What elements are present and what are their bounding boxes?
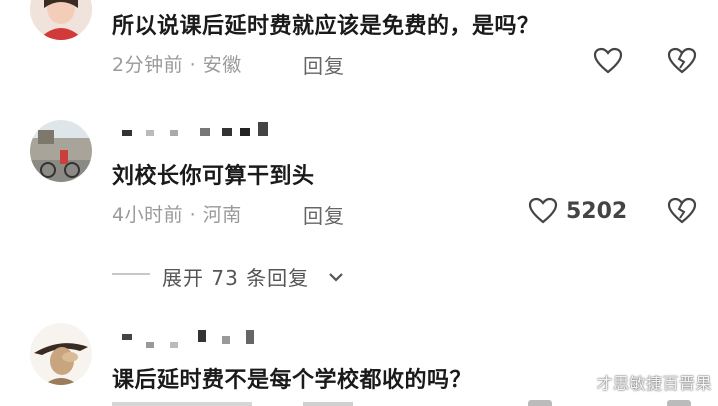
avatar[interactable] [30,120,92,182]
reply-button[interactable]: 回复 [303,50,345,79]
expand-replies-label: 展开 73 条回复 [162,266,310,290]
comment-text: 刘校长你可算干到头 [112,164,315,189]
comment-text: 所以说课后延时费就应该是免费的，是吗？ [112,14,540,39]
comment-meta: 2分钟前 · 安徽 [112,50,242,77]
expand-divider [112,273,150,275]
avatar[interactable] [30,0,92,40]
dislike-broken-heart-icon[interactable] [667,47,697,79]
dislike-broken-heart-icon[interactable] [667,197,697,229]
comment-time: 2分钟前 [112,54,184,76]
watermark: 才思敏捷百晋果 [596,374,712,393]
meta-separator: · [189,204,197,226]
like-heart-icon[interactable] [528,197,558,229]
comment-meta-cutoff [112,400,712,406]
comment-time: 4小时前 [112,204,184,226]
meta-separator: · [189,54,197,76]
comment-meta: 4小时前 · 河南 [112,200,242,227]
comment-text: 课后延时费不是每个学校都收的吗？ [112,368,473,393]
chevron-down-icon [328,268,344,287]
reply-button[interactable]: 回复 [303,200,345,229]
like-heart-icon[interactable] [593,47,623,79]
comment-region: 安徽 [202,54,242,76]
avatar[interactable] [30,323,92,385]
comment-region: 河南 [202,204,242,226]
like-count: 5202 [566,199,628,224]
